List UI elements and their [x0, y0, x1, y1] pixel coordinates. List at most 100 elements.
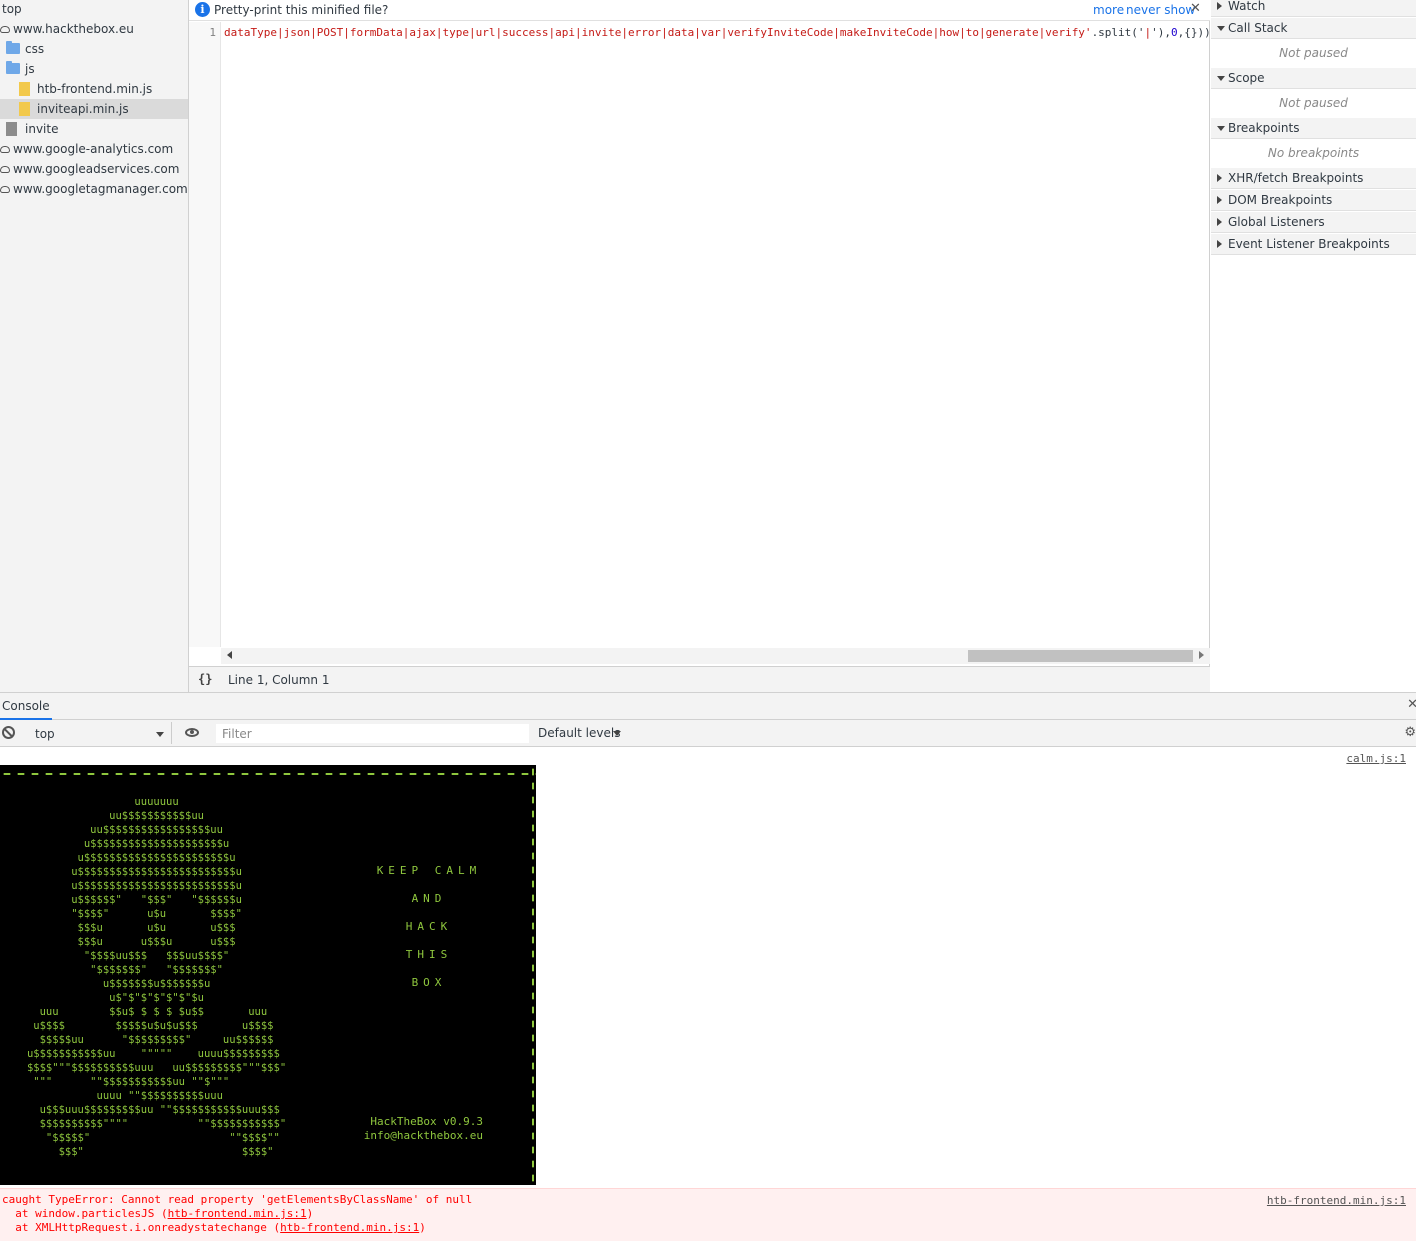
log-levels-dropdown[interactable]: Default levels	[538, 726, 620, 740]
cloud-icon	[0, 186, 10, 193]
context-label: top	[35, 727, 55, 741]
tree-item-label: css	[25, 42, 45, 56]
tab-console[interactable]: Console	[0, 693, 52, 720]
pane-title: Call Stack	[1228, 21, 1288, 35]
tree-item-label: www.googleadservices.com	[13, 162, 180, 176]
expand-arrow-icon	[1217, 196, 1222, 204]
filter-input[interactable]	[216, 724, 529, 743]
dom-breakpoints-pane-header[interactable]: DOM Breakpoints	[1211, 190, 1416, 211]
pane-title: Watch	[1228, 0, 1266, 13]
watch-pane-header[interactable]: Watch	[1211, 0, 1416, 17]
stack-frame-text: )	[419, 1221, 426, 1234]
close-icon[interactable]: ✕	[1407, 697, 1416, 712]
debugger-sidebar: Watch Call Stack Not paused Scope Not pa…	[1211, 0, 1416, 692]
tree-item-htb-frontend[interactable]: htb-frontend.min.js	[0, 79, 188, 99]
code-text: '),	[1151, 26, 1172, 39]
expand-arrow-icon	[1217, 218, 1222, 226]
code-text: .split('	[1091, 26, 1145, 39]
source-link[interactable]: calm.js:1	[1346, 752, 1406, 765]
console-ascii-art-message: uuuuuuu uu$$$$$$$$$$$uu uu$$$$$$$$$$$$$$…	[0, 765, 536, 1185]
infobar-never-show-link[interactable]: never show	[1126, 3, 1195, 17]
file-navigator: top www.hackthebox.eu css js htb-fronten…	[0, 0, 189, 692]
context-selector[interactable]: top	[26, 722, 172, 744]
cursor-position: Line 1, Column 1	[228, 673, 330, 687]
keep-line: AND	[411, 892, 447, 905]
keep-line: BOX	[411, 976, 447, 989]
tree-item-label: htb-frontend.min.js	[37, 82, 153, 96]
tree-item-label: invite	[25, 122, 59, 136]
code-number: 0	[1171, 26, 1178, 39]
console-error-message: caught TypeError: Cannot read property '…	[0, 1188, 1416, 1241]
code-string: dataType|json|POST|formData|ajax|type|ur…	[224, 26, 1092, 39]
pretty-print-button[interactable]: {}	[198, 672, 212, 686]
document-icon	[6, 122, 17, 136]
drawer-tab-bar: Console ✕	[0, 693, 1416, 720]
infobar-message: Pretty-print this minified file?	[214, 3, 389, 17]
tree-item-googletagmanager[interactable]: www.googletagmanager.com	[0, 179, 188, 199]
tree-item-top[interactable]: top	[0, 0, 188, 19]
tree-item-label: www.hackthebox.eu	[13, 22, 134, 36]
horizontal-scrollbar[interactable]	[221, 648, 1210, 664]
pane-title: Scope	[1228, 71, 1265, 85]
tree-item-label: www.googletagmanager.com	[13, 182, 188, 196]
infobar-more-link[interactable]: more	[1093, 3, 1124, 17]
code-line[interactable]: dataType|json|POST|formData|ajax|type|ur…	[224, 26, 1211, 39]
keep-calm-text: KEEP CALM AND HACK THIS BOX	[370, 864, 488, 1004]
keep-line: HACK	[405, 920, 453, 933]
tree-item-google-analytics[interactable]: www.google-analytics.com	[0, 139, 188, 159]
pane-title: Breakpoints	[1228, 121, 1300, 135]
collapse-arrow-icon	[1217, 26, 1225, 31]
chevron-down-icon	[156, 732, 164, 737]
tree-item-hackthebox[interactable]: www.hackthebox.eu	[0, 19, 188, 39]
tree-item-label: www.google-analytics.com	[13, 142, 174, 156]
gear-icon[interactable]: ⚙	[1404, 725, 1416, 740]
htb-email: info@hackthebox.eu	[363, 1129, 483, 1142]
cloud-icon	[0, 166, 10, 173]
tree-item-css[interactable]: css	[0, 39, 188, 59]
chevron-down-icon[interactable]	[613, 731, 621, 736]
tree-item-inviteapi[interactable]: inviteapi.min.js	[0, 99, 188, 119]
pane-title: Global Listeners	[1228, 215, 1325, 229]
scroll-right-arrow-icon[interactable]	[1199, 651, 1204, 659]
scope-pane-header[interactable]: Scope	[1211, 68, 1416, 89]
error-text: caught TypeError: Cannot read property '…	[2, 1193, 473, 1206]
js-file-icon	[19, 82, 30, 96]
global-listeners-pane-header[interactable]: Global Listeners	[1211, 212, 1416, 233]
stack-frame-text: at XMLHttpRequest.i.onreadystatechange (	[2, 1221, 281, 1234]
sources-panel: top www.hackthebox.eu css js htb-fronten…	[0, 0, 1416, 692]
keep-line: KEEP CALM	[376, 864, 482, 877]
call-stack-status: Not paused	[1279, 46, 1348, 60]
scrollbar-thumb[interactable]	[968, 650, 1193, 662]
collapse-arrow-icon	[1217, 126, 1225, 131]
clear-console-icon[interactable]	[2, 726, 15, 739]
keep-line: THIS	[405, 948, 453, 961]
cloud-icon	[0, 146, 10, 153]
expand-arrow-icon	[1217, 240, 1222, 248]
folder-icon	[6, 41, 20, 54]
tree-item-invite[interactable]: invite	[0, 119, 188, 139]
call-stack-pane-header[interactable]: Call Stack	[1211, 18, 1416, 39]
pane-title: XHR/fetch Breakpoints	[1228, 171, 1364, 185]
tree-item-googleadservices[interactable]: www.googleadservices.com	[0, 159, 188, 179]
code-editor: i Pretty-print this minified file? more …	[189, 0, 1211, 692]
dotted-border	[532, 765, 534, 1185]
scroll-left-arrow-icon[interactable]	[227, 651, 232, 659]
breakpoints-pane-header[interactable]: Breakpoints	[1211, 118, 1416, 139]
collapse-arrow-icon	[1217, 76, 1225, 81]
eye-icon[interactable]	[185, 728, 199, 737]
event-listener-breakpoints-pane-header[interactable]: Event Listener Breakpoints	[1211, 234, 1416, 255]
stack-frame: at window.particlesJS (htb-frontend.min.…	[2, 1207, 313, 1220]
expand-arrow-icon	[1217, 2, 1222, 10]
stack-frame: at XMLHttpRequest.i.onreadystatechange (…	[2, 1221, 426, 1234]
line-gutter[interactable]: 1	[189, 22, 221, 647]
stack-frame-link[interactable]: htb-frontend.min.js:1	[280, 1221, 419, 1234]
close-icon[interactable]: ✕	[1190, 1, 1201, 16]
source-link[interactable]: htb-frontend.min.js:1	[1267, 1194, 1406, 1207]
pane-title: Event Listener Breakpoints	[1228, 237, 1390, 251]
info-icon: i	[195, 2, 210, 17]
xhr-breakpoints-pane-header[interactable]: XHR/fetch Breakpoints	[1211, 168, 1416, 189]
stack-frame-link[interactable]: htb-frontend.min.js:1	[168, 1207, 307, 1220]
expand-arrow-icon	[1217, 174, 1222, 182]
tree-item-js[interactable]: js	[0, 59, 188, 79]
line-number: 1	[209, 26, 216, 39]
